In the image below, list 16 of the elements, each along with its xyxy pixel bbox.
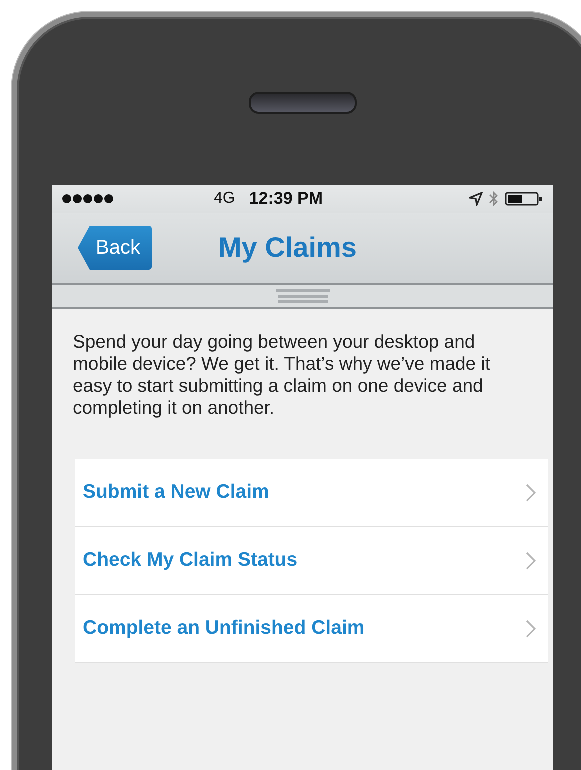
intro-paragraph: Spend your day going between your desktop and mobile device? We get it. That’s why we’ve made it easy to start submitting a claim on one device and completing it on another. — [72, 330, 492, 420]
menu-item[interactable]: Complete an Unfinished Claim — [75, 595, 548, 663]
signal-icon — [62, 194, 114, 204]
back-button[interactable]: Back — [78, 226, 152, 270]
chevron-right-icon — [526, 620, 536, 638]
chevron-right-icon — [526, 484, 536, 502]
location-icon — [469, 192, 483, 206]
drag-handle-icon — [276, 288, 330, 304]
battery-icon — [505, 192, 543, 206]
chevron-right-icon — [526, 552, 536, 570]
network-type: 4G — [214, 190, 236, 208]
menu-item[interactable]: Check My Claim Status — [75, 527, 548, 595]
menu-item[interactable]: Submit a New Claim — [75, 459, 548, 527]
screen-title: My Claims — [218, 232, 357, 264]
bluetooth-icon — [489, 191, 499, 207]
status-time: 12:39 PM — [249, 189, 324, 209]
